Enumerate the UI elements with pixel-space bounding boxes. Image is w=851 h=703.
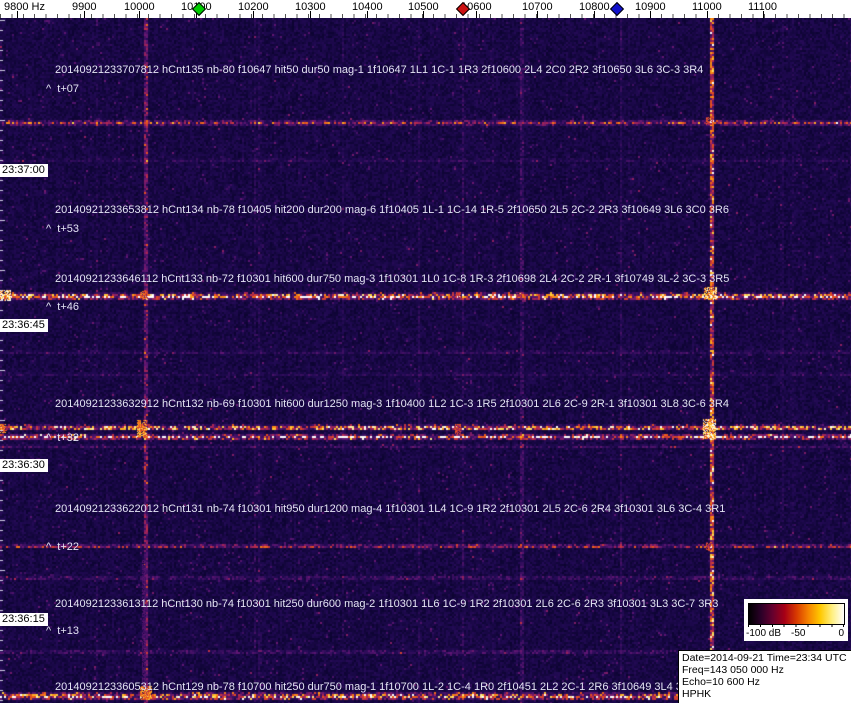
info-date-line: Date=2014-09-21 Time=23:34 UTC <box>682 652 847 664</box>
frequency-major-tick <box>650 11 651 18</box>
frequency-major-tick <box>253 11 254 18</box>
event-marker-t22: ^ t+22 <box>46 541 79 553</box>
event-marker-t53: ^ t+53 <box>46 223 79 235</box>
info-freq-line: Freq=143 050 000 Hz <box>682 664 784 676</box>
frequency-scale-bar: 9800 Hz 9900 10000 10100 10200 10300 104… <box>0 0 851 18</box>
frequency-major-tick <box>17 11 18 18</box>
status-info-box: Date=2014-09-21 Time=23:34 UTC Freq=143 … <box>678 650 851 703</box>
echo-annotation-130: 20140921233613112 hCnt130 nb-74 f10301 h… <box>55 598 719 610</box>
legend-ticks <box>748 624 844 627</box>
frequency-major-tick <box>594 11 595 18</box>
echo-annotation-132: 20140921233632912 hCnt132 nb-69 f10301 h… <box>55 398 729 410</box>
meteor-spectrogram-window: 9800 Hz 9900 10000 10100 10200 10300 104… <box>0 0 851 703</box>
echo-annotation-134: 20140921233653812 hCnt134 nb-78 f10405 h… <box>55 204 729 216</box>
echo-annotation-135: 20140921233707812 hCnt135 nb-80 f10647 h… <box>55 64 704 76</box>
time-label-233700: 23:37:00 <box>0 164 48 177</box>
db-color-scale: -100 dB -50 0 <box>744 599 848 641</box>
event-marker-t46: ^ t+46 <box>46 301 79 313</box>
event-marker-t13: ^ t+13 <box>46 625 79 637</box>
frequency-major-tick <box>139 11 140 18</box>
frequency-major-tick <box>763 11 764 18</box>
legend-min-label: -100 dB <box>746 628 782 639</box>
legend-mid-label: -50 <box>791 628 806 639</box>
frequency-major-tick <box>423 11 424 18</box>
freq-label-9800: 9800 Hz <box>4 1 45 13</box>
info-station-line: HPHK <box>682 688 712 700</box>
echo-annotation-131: 20140921233622012 hCnt131 nb-74 f10301 h… <box>55 503 726 515</box>
frequency-major-tick <box>707 11 708 18</box>
echo-annotation-133: 20140921233646112 hCnt133 nb-72 f10301 h… <box>55 273 730 285</box>
frequency-major-tick <box>310 11 311 18</box>
event-marker-t32: ^ t+32 <box>46 432 79 444</box>
info-echo-line: Echo=10 600 Hz <box>682 676 760 688</box>
time-label-233615: 23:36:15 <box>0 613 48 626</box>
event-marker-t07: ^ t+07 <box>46 83 79 95</box>
echo-annotation-129: 20140921233605312 hCnt129 nb-78 f10700 h… <box>55 681 690 693</box>
frequency-major-tick <box>84 11 85 18</box>
frequency-major-tick <box>537 11 538 18</box>
time-label-233645: 23:36:45 <box>0 319 48 332</box>
frequency-minor-ticks <box>0 14 851 18</box>
frequency-major-tick <box>476 11 477 18</box>
color-gradient-bar <box>748 603 845 625</box>
legend-max-label: 0 <box>838 628 844 639</box>
time-label-233630: 23:36:30 <box>0 459 48 472</box>
frequency-major-tick <box>367 11 368 18</box>
